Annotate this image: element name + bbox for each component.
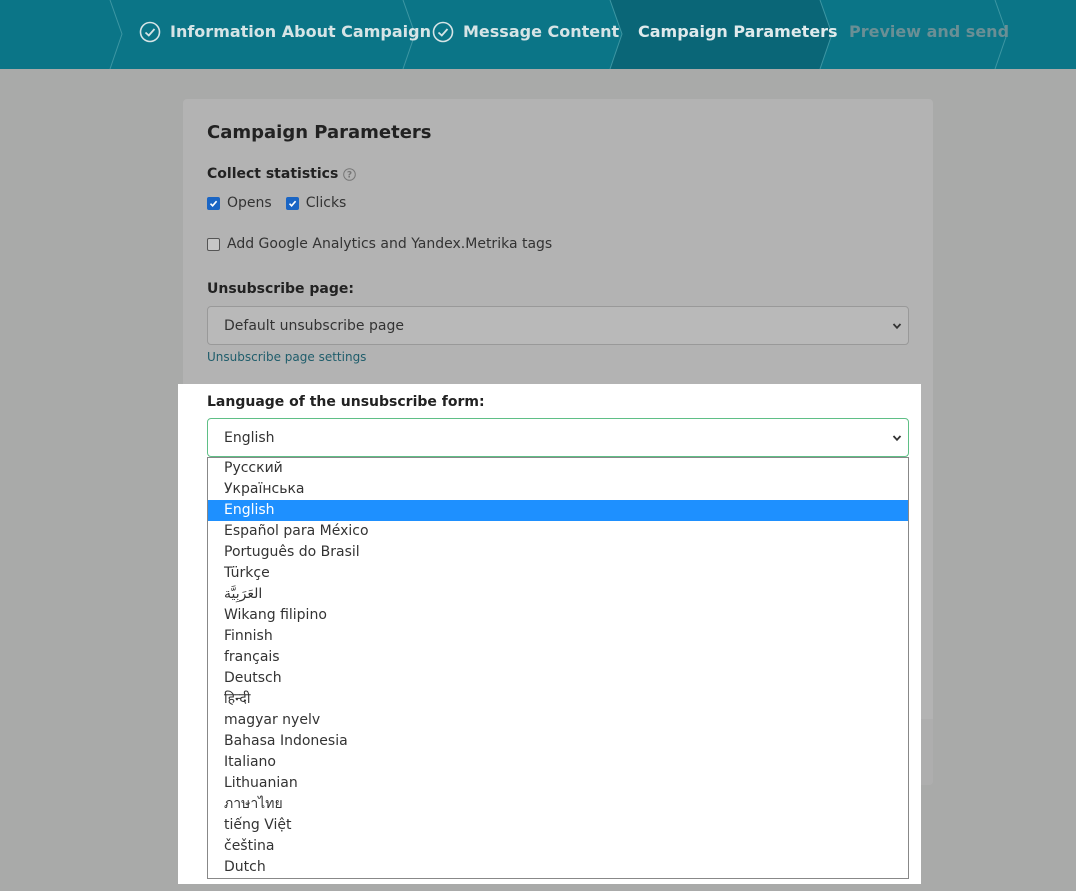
checkmark-icon xyxy=(288,200,296,207)
collect-statistics-text: Collect statistics xyxy=(207,166,339,182)
check-circle-icon xyxy=(432,21,454,42)
language-option[interactable]: Українська xyxy=(208,479,908,500)
step-campaign-parameters[interactable]: Campaign Parameters xyxy=(638,0,838,63)
step-label: Preview and send xyxy=(849,22,1010,41)
language-option[interactable]: Deutsch xyxy=(208,668,908,689)
step-label: Information About Campaign xyxy=(170,22,431,41)
language-option[interactable]: Finnish xyxy=(208,626,908,647)
opens-label: Opens xyxy=(227,195,272,211)
chevron-down-icon xyxy=(892,435,902,442)
help-icon[interactable]: ? xyxy=(343,167,357,181)
step-preview-and-send[interactable]: Preview and send xyxy=(849,0,1009,63)
language-option[interactable]: Dutch xyxy=(208,857,908,878)
clicks-checkbox[interactable] xyxy=(285,196,299,210)
language-selector-panel: Language of the unsubscribe form: Englis… xyxy=(178,384,921,884)
language-option[interactable]: Lithuanian xyxy=(208,773,908,794)
language-option[interactable]: English xyxy=(208,500,908,521)
language-value: English xyxy=(224,429,275,446)
analytics-option: Add Google Analytics and Yandex.Metrika … xyxy=(207,236,552,252)
unsubscribe-page-settings-link[interactable]: Unsubscribe page settings xyxy=(207,350,366,364)
language-select[interactable]: English xyxy=(207,418,909,457)
language-option[interactable]: العَرَبِيَّة xyxy=(208,584,908,605)
language-option[interactable]: हिन्दी xyxy=(208,689,908,710)
language-option[interactable]: magyar nyelv xyxy=(208,710,908,731)
statistics-options: Opens Clicks xyxy=(207,195,346,211)
svg-text:?: ? xyxy=(347,170,352,180)
language-option[interactable]: Wikang filipino xyxy=(208,605,908,626)
step-label: Campaign Parameters xyxy=(638,22,838,41)
chevron-down-icon xyxy=(892,323,902,330)
language-option[interactable]: tiếng Việt xyxy=(208,815,908,836)
analytics-label: Add Google Analytics and Yandex.Metrika … xyxy=(227,236,553,252)
unsubscribe-page-value: Default unsubscribe page xyxy=(224,317,404,334)
language-option[interactable]: ภาษาไทย xyxy=(208,794,908,815)
language-option[interactable]: Türkçe xyxy=(208,563,908,584)
checkmark-icon xyxy=(209,200,218,207)
language-option[interactable]: čeština xyxy=(208,836,908,857)
step-information-about-campaign[interactable]: Information About Campaign xyxy=(139,0,431,63)
unsubscribe-page-select[interactable]: Default unsubscribe page xyxy=(207,306,909,345)
language-dropdown-list: Русский Українська English Español para Méx… xyxy=(207,457,909,879)
language-option[interactable]: Русский xyxy=(208,458,908,479)
campaign-stepper: Information About Campaign Message Conte… xyxy=(0,0,1076,69)
language-option[interactable]: Bahasa Indonesia xyxy=(208,731,908,752)
language-label: Language of the unsubscribe form: xyxy=(207,394,485,410)
language-option[interactable]: Español para México xyxy=(208,521,908,542)
collect-statistics-label: Collect statistics ? xyxy=(207,166,357,182)
step-label: Message Content xyxy=(463,22,620,41)
analytics-checkbox[interactable] xyxy=(207,237,220,251)
check-circle-icon xyxy=(139,21,161,42)
clicks-label: Clicks xyxy=(305,195,347,211)
language-option[interactable]: français xyxy=(208,647,908,668)
card-title: Campaign Parameters xyxy=(207,122,432,143)
opens-checkbox[interactable] xyxy=(207,196,220,210)
language-option[interactable]: Italiano xyxy=(208,752,908,773)
unsubscribe-page-label: Unsubscribe page: xyxy=(207,281,354,297)
language-option[interactable]: Português do Brasil xyxy=(208,542,908,563)
step-message-content[interactable]: Message Content xyxy=(432,0,619,63)
